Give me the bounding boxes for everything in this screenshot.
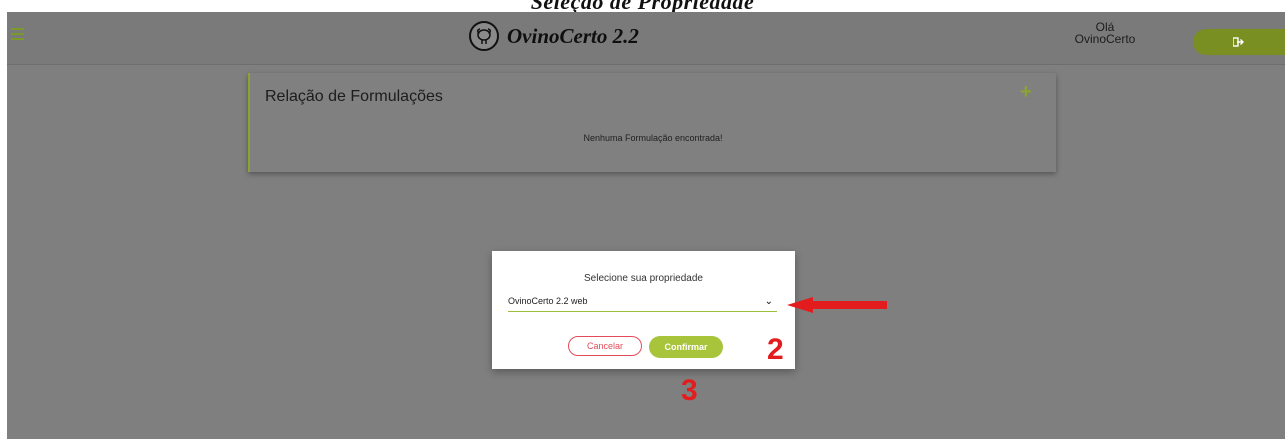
cancel-button[interactable]: Cancelar [568,336,642,356]
app-screen: OvinoCerto 2.2 Olá OvinoCerto Relação de… [7,12,1285,439]
brand: OvinoCerto 2.2 [469,20,639,52]
greeting-username: OvinoCerto [1074,32,1136,46]
step-3-annotation: 3 [681,374,698,407]
sign-out-icon [1233,37,1244,47]
card-title: Relação de Formulações [265,88,443,105]
empty-message: Nenhuma Formulação encontrada! [583,133,723,143]
confirm-button[interactable]: Confirmar [649,336,723,358]
sheep-logo-icon [469,21,499,51]
dialog-title: Selecione sua propriedade [584,273,703,284]
app-title: OvinoCerto 2.2 [507,23,639,48]
top-bar: OvinoCerto 2.2 Olá OvinoCerto [7,12,1285,65]
red-arrow-annotation [787,297,887,313]
user-greeting: Olá OvinoCerto [1065,21,1145,45]
formulations-card: Relação de Formulações + Nenhuma Formula… [248,73,1056,172]
property-select-value: OvinoCerto 2.2 web [508,296,588,306]
hamburger-menu-icon[interactable] [11,28,24,40]
property-select-dialog: Selecione sua propriedade OvinoCerto 2.2… [492,251,795,369]
figure-caption: Seleção de Propriedade [530,0,755,14]
step-2-annotation: 2 [767,333,784,366]
chevron-down-icon: ⌄ [764,295,773,307]
property-select[interactable]: OvinoCerto 2.2 web ⌄ [508,291,777,312]
add-formulation-button[interactable]: + [1020,81,1032,104]
logout-button[interactable] [1193,29,1285,55]
